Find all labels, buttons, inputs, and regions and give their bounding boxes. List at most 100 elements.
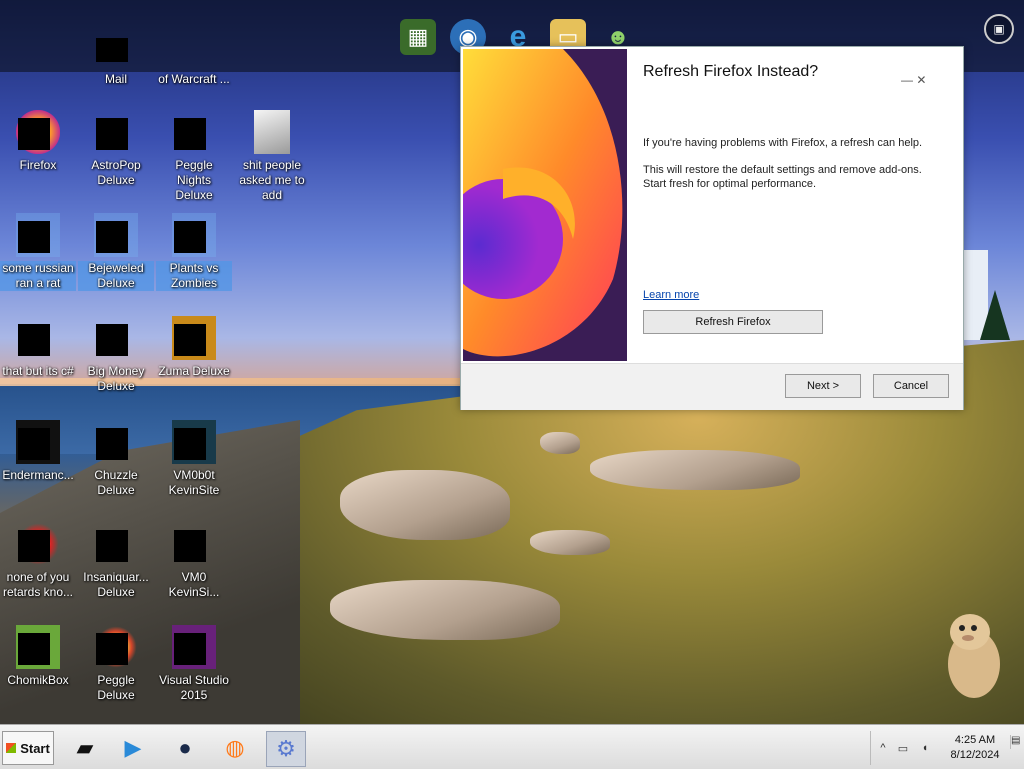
desktop-icon-label: that but its c# <box>2 364 74 378</box>
clock-time: 4:25 AM <box>954 734 996 746</box>
minecraft-icon[interactable]: ▦ <box>400 19 436 55</box>
rock <box>330 580 560 640</box>
big-money-icon <box>94 316 138 360</box>
mail-icon <box>94 38 138 68</box>
chomikbox-icon <box>16 625 60 669</box>
bejeweled-icon <box>94 213 138 257</box>
learn-more-link[interactable]: Learn more <box>643 289 699 301</box>
vm-icon <box>172 420 216 464</box>
desktop-icon-astropop[interactable]: AstroPop Deluxe <box>78 110 154 188</box>
hamster-icon <box>948 614 1000 698</box>
desktop-icon-label: Endermanc... <box>2 468 74 482</box>
firefox-flame-icon <box>463 49 627 361</box>
taskbar: Start ▰ ▶ ● ◍ ⚙ ^ ▭ ◖ 4:25 AM 8/12/2024 … <box>0 724 1024 769</box>
desktop-icon-label: VM0b0t KevinSite <box>168 468 220 497</box>
dialog-detail-text: This will restore the default settings a… <box>643 164 922 190</box>
desktop-icon-label: ChomikBox <box>7 673 69 687</box>
windows-logo-icon <box>6 743 17 753</box>
desktop-icon-visual-studio[interactable]: Visual Studio 2015 <box>156 625 232 703</box>
desktop-icon-peggle-deluxe[interactable]: Peggle Deluxe <box>78 625 154 703</box>
file-stack-icon <box>16 316 60 360</box>
rock <box>590 450 800 490</box>
start-label: Start <box>20 740 50 756</box>
desktop-icon-none-of-you[interactable]: none of you retards kno... <box>0 522 76 600</box>
dialog-footer: Next > Cancel <box>461 363 963 410</box>
rock <box>540 432 580 454</box>
taskbar-media-player-icon[interactable]: ▶ <box>114 731 152 765</box>
chevron-up-icon[interactable]: ^ <box>875 741 891 755</box>
desktop-icon-label: Bejeweled Deluxe <box>78 261 154 291</box>
taskbar-setup-icon[interactable]: ⚙ <box>266 731 306 767</box>
zuma-icon <box>172 316 216 360</box>
desktop-icon-chomikbox[interactable]: ChomikBox <box>0 625 76 688</box>
desktop-icon-zuma[interactable]: Zuma Deluxe <box>156 316 232 379</box>
desktop-icon-label: Peggle Deluxe <box>97 673 135 702</box>
desktop-icon-label: Plants vs Zombies <box>156 261 232 291</box>
desktop-icon-label: shit people asked me to add <box>239 158 305 202</box>
desktop-icon-that-but-csharp[interactable]: that but its c# <box>0 316 76 379</box>
desktop-icon-mail[interactable]: Mail <box>78 38 154 87</box>
folder-icon <box>254 110 290 154</box>
visual-studio-icon <box>172 625 216 669</box>
desktop-icon-russian-rat[interactable]: some russian ran a rat <box>0 213 76 291</box>
desktop-icon-firefox[interactable]: Firefox <box>0 110 76 173</box>
plants-vs-zombies-icon <box>172 213 216 257</box>
desktop-icon-chuzzle[interactable]: Chuzzle Deluxe <box>78 420 154 498</box>
start-button[interactable]: Start <box>2 731 54 765</box>
desktop-icon-label: AstroPop Deluxe <box>91 158 141 187</box>
toolbox-icon[interactable]: ▣ <box>984 14 1014 44</box>
chuzzle-icon <box>94 420 138 464</box>
taskbar-firefox-icon[interactable]: ◍ <box>216 731 254 765</box>
desktop-icon-warcraft[interactable]: of Warcraft ... <box>156 38 232 87</box>
endermanc-icon <box>16 420 60 464</box>
desktop-icon-big-money[interactable]: Big Money Deluxe <box>78 316 154 394</box>
desktop-icon-label: Visual Studio 2015 <box>159 673 229 702</box>
desktop-icon-label: of Warcraft ... <box>158 72 230 86</box>
next-button[interactable]: Next > <box>785 374 861 398</box>
firefox-icon <box>16 110 60 154</box>
desktop-icon-peggle-nights[interactable]: Peggle Nights Deluxe <box>156 110 232 203</box>
monitor-icon[interactable]: ▭ <box>895 741 911 755</box>
refresh-firefox-button[interactable]: Refresh Firefox <box>643 310 823 334</box>
desktop-icon-label: Chuzzle Deluxe <box>94 468 138 497</box>
ie-file-icon <box>16 213 60 257</box>
firefox-logo-art <box>463 49 627 361</box>
desktop-icon-insaniquarium[interactable]: Insaniquar... Deluxe <box>78 522 154 600</box>
opera-icon <box>16 522 60 566</box>
peggle-icon <box>94 625 138 669</box>
desktop-icon-label: none of you retards kno... <box>2 570 74 599</box>
desktop-icon-endermanc[interactable]: Endermanc... <box>0 420 76 483</box>
desktop-icon-folder-shit-people[interactable]: shit people asked me to add <box>234 110 310 203</box>
cancel-button[interactable]: Cancel <box>873 374 949 398</box>
clock-date: 8/12/2024 <box>950 749 1000 761</box>
desktop-icon-label: VM0 KevinSi... <box>168 570 220 599</box>
refresh-firefox-dialog: — ✕ Refresh Firefox Instead? If you're h… <box>460 46 964 410</box>
warcraft-icon <box>172 38 216 68</box>
hamster-mascot[interactable] <box>940 606 1006 702</box>
dialog-title: Refresh Firefox Instead? <box>643 63 819 80</box>
dialog-intro-text: If you're having problems with Firefox, … <box>643 137 923 149</box>
desktop-icon-vm0b0t-kevinsite[interactable]: VM0b0t KevinSite <box>156 420 232 498</box>
vm-icon <box>172 522 216 566</box>
clock[interactable]: 4:25 AM 8/12/2024 <box>945 733 1005 763</box>
taskbar-terminal-icon[interactable]: ▰ <box>66 731 104 765</box>
rock <box>530 530 610 555</box>
desktop-icon-label: Insaniquar... Deluxe <box>83 570 149 599</box>
desktop-icon-label: some russian ran a rat <box>0 261 76 291</box>
peggle-nights-icon <box>172 110 216 154</box>
rock <box>340 470 510 540</box>
system-tray: ^ ▭ ◖ 4:25 AM 8/12/2024 <box>870 731 1024 765</box>
desktop-icon-label: Zuma Deluxe <box>158 364 230 378</box>
desktop-icon-vm0-kevinsite[interactable]: VM0 KevinSi... <box>156 522 232 600</box>
insaniquarium-icon <box>94 522 138 566</box>
dialog-window-controls[interactable]: — ✕ <box>901 73 961 89</box>
desktop-icon-plants-vs-zombies[interactable]: Plants vs Zombies <box>156 213 232 291</box>
volume-icon[interactable]: ◖ <box>917 741 933 755</box>
notification-icon[interactable]: ▤ <box>1010 735 1023 749</box>
desktop-icon-label: Peggle Nights Deluxe <box>175 158 213 202</box>
desktop-icon-label: Mail <box>104 72 127 86</box>
taskbar-globe-icon[interactable]: ● <box>166 731 204 765</box>
desktop-icon-label: Firefox <box>19 158 57 172</box>
desktop-icon-bejeweled[interactable]: Bejeweled Deluxe <box>78 213 154 291</box>
desktop-icon-label: Big Money Deluxe <box>87 364 145 393</box>
